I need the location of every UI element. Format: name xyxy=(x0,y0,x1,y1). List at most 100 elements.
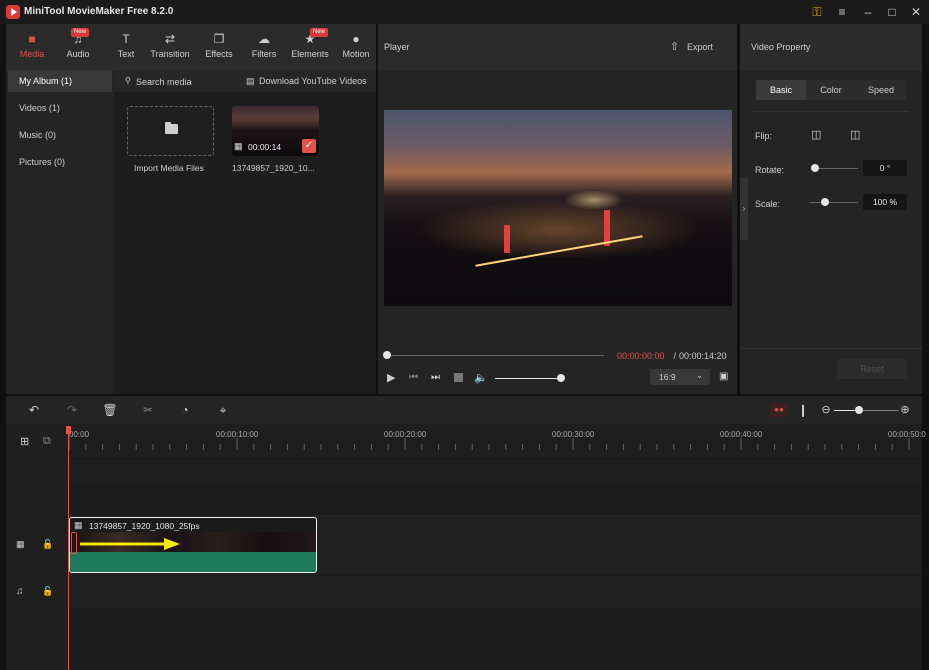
track-row-empty[interactable] xyxy=(68,460,922,484)
crop-icon[interactable]: ⌖ xyxy=(214,401,232,419)
check-icon[interactable]: ✓ xyxy=(302,139,316,153)
timeline-video-clip[interactable]: ▦ 13749857_1920_1080_25fps xyxy=(69,517,317,573)
zoom-out-icon[interactable]: ⊖ xyxy=(817,401,835,419)
audio-lock-icon[interactable]: 🔓 xyxy=(42,586,53,597)
close-button[interactable]: ✕ xyxy=(906,3,926,21)
tool-motion[interactable]: ● Motion xyxy=(338,28,374,68)
rotate-value-field[interactable]: 0 ° xyxy=(863,160,907,176)
new-badge: New xyxy=(310,28,329,37)
tool-label: Media xyxy=(19,49,45,59)
search-media-input[interactable]: Search media xyxy=(136,77,192,87)
stop-icon[interactable] xyxy=(454,373,463,382)
tool-transition[interactable]: ⇄ Transition xyxy=(146,28,194,68)
audio-track-row[interactable] xyxy=(68,576,922,608)
current-time: 00:00:00:00 xyxy=(617,351,665,361)
tab-color[interactable]: Color xyxy=(806,80,856,100)
tool-effects[interactable]: ❐ Effects xyxy=(199,28,239,68)
tab-speed[interactable]: Speed xyxy=(856,80,906,100)
chevron-down-icon: ⌄ xyxy=(696,371,703,380)
total-time: 00:00:14:20 xyxy=(679,351,727,361)
app-title: MiniTool MovieMaker Free 8.2.0 xyxy=(24,6,174,17)
media-panel: ■ Media New ♫ Audio T Text ⇄ Transition … xyxy=(6,24,376,394)
add-track-icon[interactable]: ⊞ xyxy=(20,435,29,448)
tool-elements[interactable]: New ★ Elements xyxy=(290,28,330,68)
tool-label: Audio xyxy=(66,49,90,59)
speed-icon[interactable]: ◔ xyxy=(176,401,194,419)
property-title: Video Property xyxy=(751,42,811,52)
playback-progress-track[interactable] xyxy=(387,355,604,356)
scale-value-field[interactable]: 100 % xyxy=(863,194,907,210)
volume-icon[interactable]: 🔈 xyxy=(474,371,488,384)
split-view-icon[interactable]: ❙ xyxy=(794,401,812,419)
album-item-videos[interactable]: Videos (1) xyxy=(8,97,112,119)
zoom-slider-knob[interactable] xyxy=(855,406,863,414)
aspect-ratio-select[interactable]: 16:9 ⌄ xyxy=(650,369,710,385)
snap-icon[interactable]: ●● xyxy=(770,403,788,417)
export-button[interactable]: Export xyxy=(687,42,713,52)
zoom-slider-rest xyxy=(863,410,899,411)
time-separator: / xyxy=(671,351,679,361)
search-icon: ⚲ xyxy=(125,76,131,85)
menu-icon[interactable]: ≡ xyxy=(832,3,852,21)
tool-text[interactable]: T Text xyxy=(106,28,146,68)
next-frame-icon[interactable]: ⏭ xyxy=(431,372,440,383)
divider xyxy=(740,348,922,349)
previous-frame-icon[interactable]: ⏮ xyxy=(409,372,418,383)
collapse-panel-handle[interactable]: › xyxy=(740,178,748,240)
tick-label: 00:00 xyxy=(69,430,90,439)
timeline-area: ⊞ ⧉ ▦ 🔓 ♫ 🔓 00:00 00:00:10:00 00:00:20:0… xyxy=(6,424,926,670)
play-icon[interactable]: ▶ xyxy=(387,371,395,384)
video-property-panel: Video Property Basic Color Speed Flip: ◫… xyxy=(740,24,922,394)
tool-audio[interactable]: New ♫ Audio xyxy=(58,28,98,68)
volume-slider-knob[interactable] xyxy=(557,374,565,382)
aspect-ratio-value: 16:9 xyxy=(659,372,676,382)
text-icon: T xyxy=(122,32,130,46)
tab-basic[interactable]: Basic xyxy=(756,80,806,100)
scissors-icon[interactable]: ✂ xyxy=(139,401,157,419)
ruler-ticks xyxy=(68,438,910,450)
flip-horizontal-icon[interactable]: ◫ xyxy=(811,128,821,141)
video-preview[interactable] xyxy=(384,110,732,306)
clip-trim-handle[interactable] xyxy=(71,532,77,554)
playhead[interactable] xyxy=(68,428,69,670)
flip-vertical-icon[interactable]: ◫ xyxy=(850,128,860,141)
scale-slider-knob[interactable] xyxy=(821,198,829,206)
player-header: Player ⇧ Export xyxy=(378,24,737,70)
tick-label: 00:00:40:00 xyxy=(720,430,763,439)
timeline-ruler[interactable]: 00:00 00:00:10:00 00:00:20:00 00:00:30:0… xyxy=(68,424,926,458)
import-media-tile[interactable] xyxy=(127,106,214,156)
fullscreen-icon[interactable]: ▣ xyxy=(719,371,728,382)
volume-slider-track[interactable] xyxy=(495,378,561,379)
scale-slider-track[interactable] xyxy=(810,202,858,203)
minimize-button[interactable]: – xyxy=(858,3,878,21)
title-bar: MiniTool MovieMaker Free 8.2.0 ⚿ ≡ – □ ✕ xyxy=(0,0,929,24)
trash-icon[interactable]: 🗑 xyxy=(101,401,119,419)
tool-label: Motion xyxy=(342,49,370,59)
filters-icon: ☁ xyxy=(258,32,270,46)
redo-icon[interactable]: ↷ xyxy=(63,401,81,419)
clip-audio-waveform xyxy=(70,552,316,572)
scale-label: Scale: xyxy=(755,199,781,209)
lock-icon[interactable]: 🔓 xyxy=(42,539,53,550)
tool-filters[interactable]: ☁ Filters xyxy=(244,28,284,68)
playback-progress-knob[interactable] xyxy=(383,351,391,359)
zoom-in-icon[interactable]: ⊕ xyxy=(896,401,914,419)
rotate-slider-track[interactable] xyxy=(815,168,858,169)
media-area: ⚲ Search media ▤ Download YouTube Videos… xyxy=(114,70,376,394)
tool-label: Effects xyxy=(205,49,233,59)
key-icon[interactable]: ⚿ xyxy=(807,3,827,21)
media-clip-tile[interactable]: ▦ 00:00:14 ✓ xyxy=(232,106,319,156)
album-list: My Album (1) Videos (1) Music (0) Pictur… xyxy=(6,70,113,394)
undo-icon[interactable]: ↶ xyxy=(25,401,43,419)
reset-button[interactable]: Reset xyxy=(837,359,907,379)
album-item-music[interactable]: Music (0) xyxy=(8,124,112,146)
player-panel: Player ⇧ Export 00:00:00:00 / 00:00:14:2… xyxy=(378,24,737,394)
folder-icon: ■ xyxy=(28,32,36,46)
album-item-my-album[interactable]: My Album (1) xyxy=(8,70,112,92)
rotate-slider-knob[interactable] xyxy=(811,164,819,172)
maximize-button[interactable]: □ xyxy=(882,3,902,21)
download-youtube-button[interactable]: Download YouTube Videos xyxy=(259,76,367,86)
album-item-pictures[interactable]: Pictures (0) xyxy=(8,151,112,173)
copy-track-icon[interactable]: ⧉ xyxy=(43,435,51,448)
tool-media[interactable]: ■ Media xyxy=(12,28,52,68)
